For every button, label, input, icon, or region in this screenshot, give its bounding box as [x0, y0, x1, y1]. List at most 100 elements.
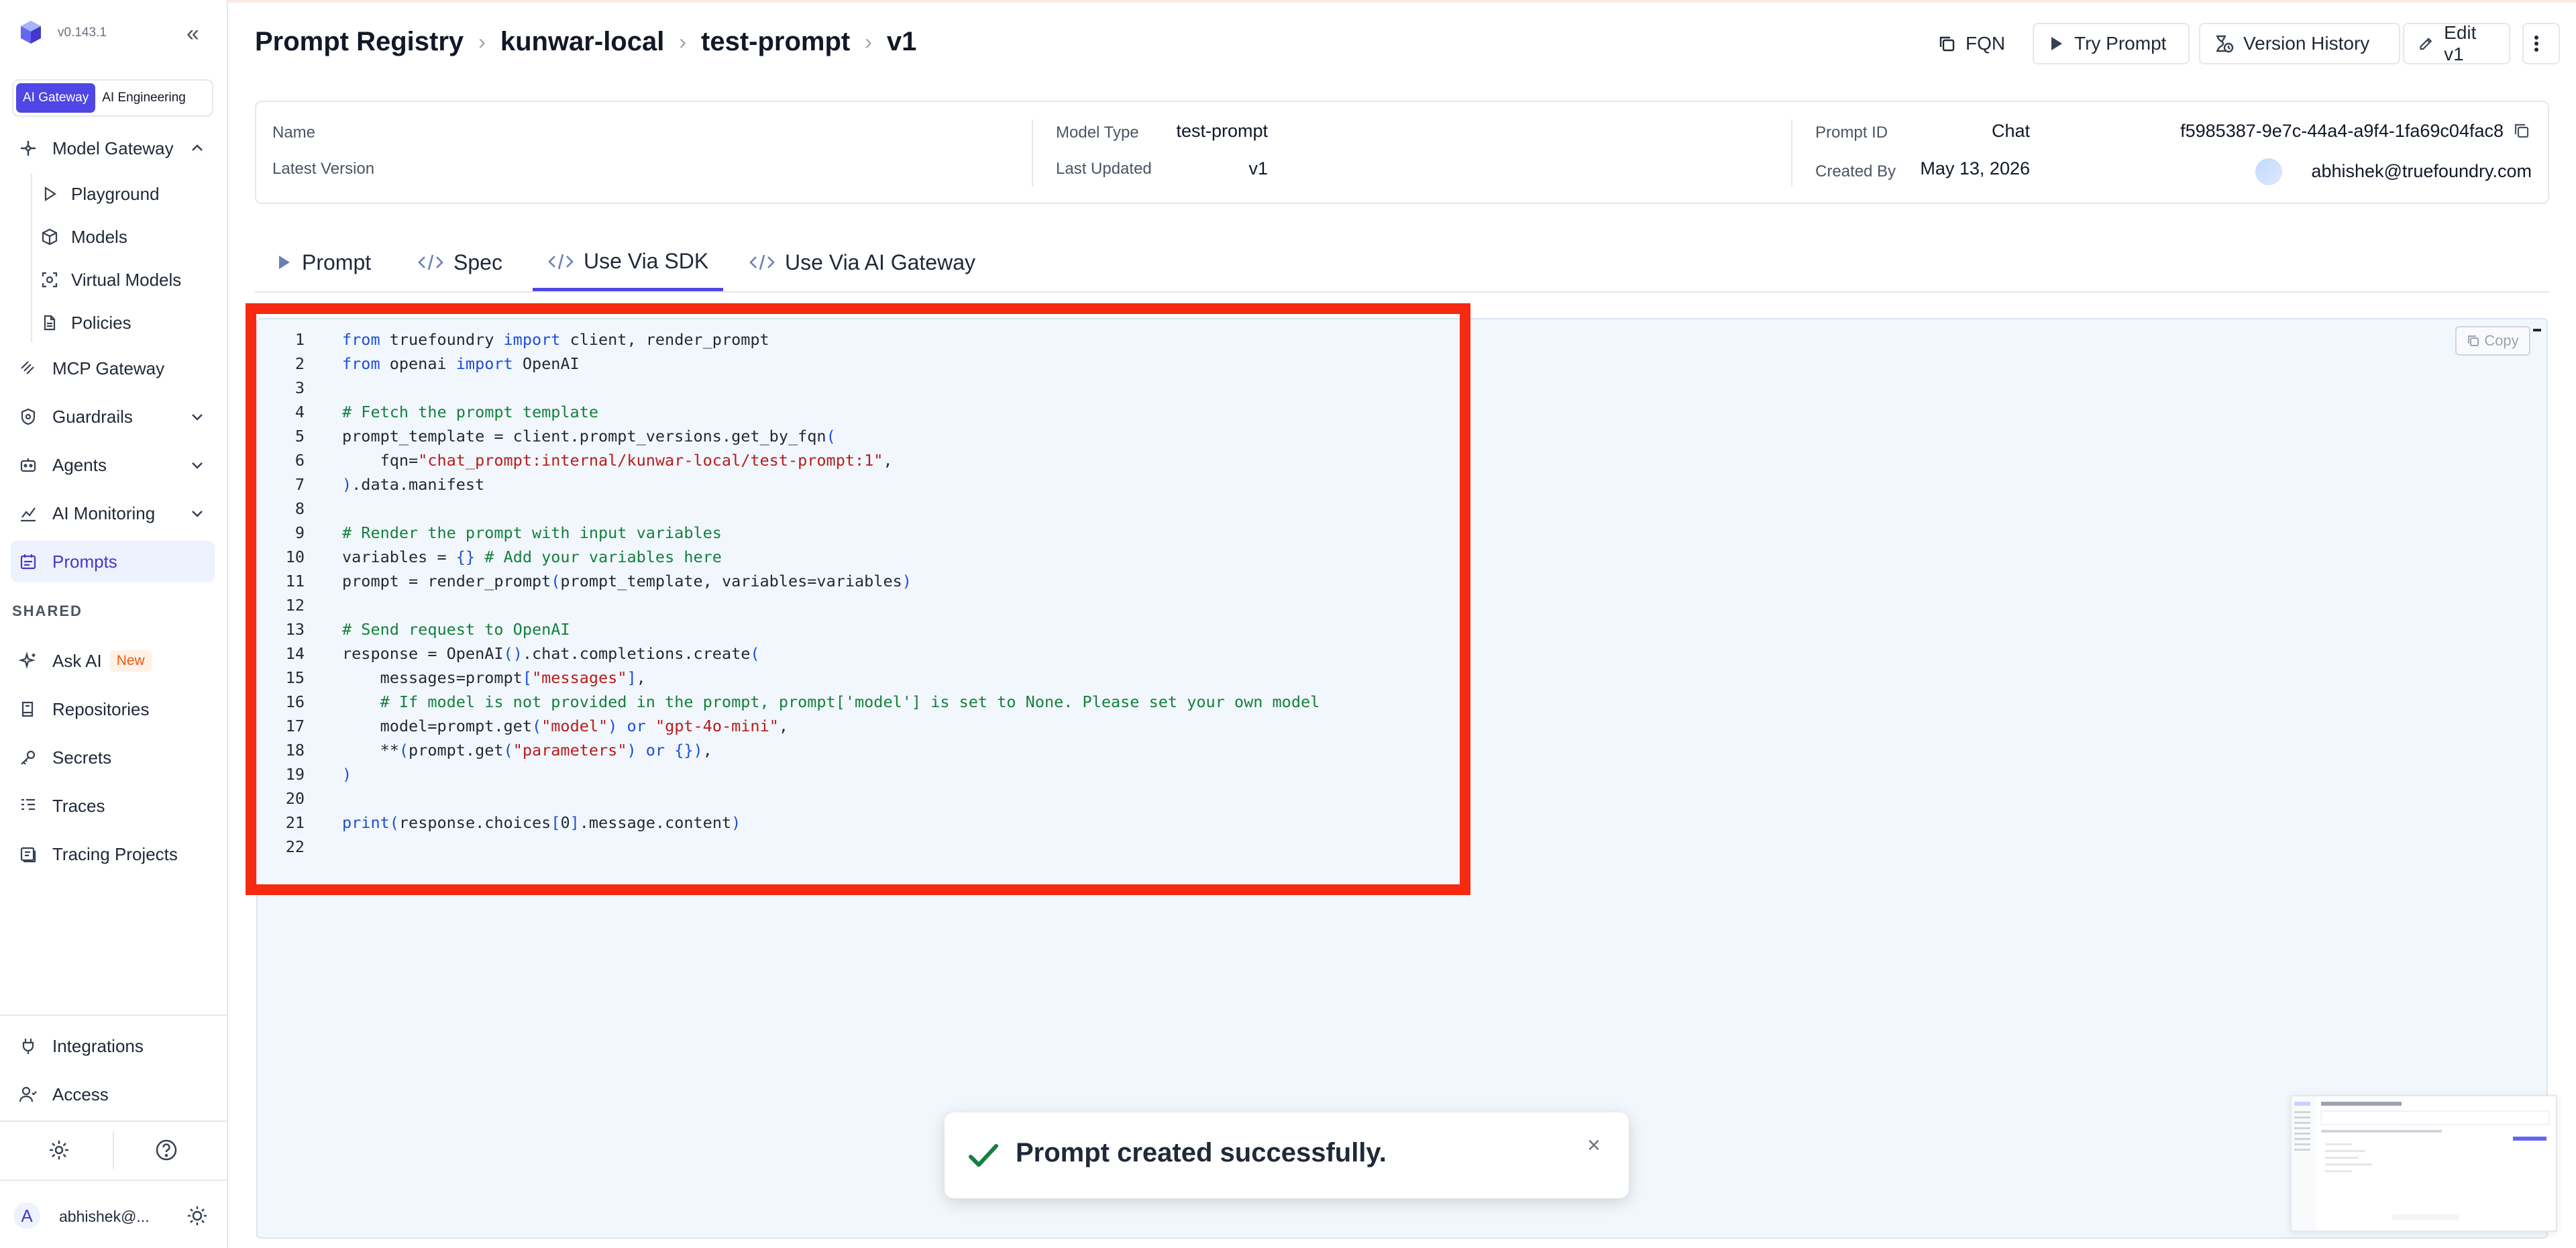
divider	[1032, 119, 1033, 187]
code-line: 13 # Send request to OpenAI	[256, 617, 1320, 641]
sidebar-item-virtual-models[interactable]: Virtual Models	[36, 259, 215, 301]
sun-icon[interactable]	[185, 1204, 209, 1228]
tab-use-via-sdk[interactable]: Use Via SDK	[533, 235, 724, 291]
sidebar-item-ai-monitoring[interactable]: AI Monitoring	[11, 492, 215, 534]
sidebar-item-label: Ask AI	[52, 650, 102, 671]
sparkle-icon	[17, 650, 39, 672]
line-number: 10	[285, 548, 305, 566]
tab-prompt[interactable]: Prompt	[260, 235, 386, 290]
line-number: 15	[285, 668, 305, 687]
chevron-right-icon: ›	[865, 30, 872, 54]
sidebar-item-traces[interactable]: Traces	[11, 785, 215, 827]
sidebar-item-policies[interactable]: Policies	[36, 302, 215, 344]
sidebar-item-label: Virtual Models	[71, 269, 182, 290]
tab-label: Use Via SDK	[584, 249, 709, 273]
truefoundry-logo-icon[interactable]	[17, 19, 44, 46]
try-prompt-button[interactable]: Try Prompt	[2033, 23, 2190, 64]
sidebar-item-integrations[interactable]: Integrations	[11, 1025, 215, 1067]
code-line: 20	[256, 786, 1320, 811]
prompt-info-card: Name test-prompt Latest Version v1 Model…	[255, 101, 2549, 204]
line-number: 6	[294, 451, 305, 470]
gear-icon[interactable]	[47, 1138, 71, 1162]
copy-icon	[2468, 335, 2479, 346]
sidebar-item-label: Agents	[52, 454, 107, 475]
code-text: model=prompt.get("model") or "gpt-4o-min…	[342, 717, 789, 735]
divider	[113, 1131, 114, 1169]
code-line: 19)	[256, 762, 1320, 786]
line-number: 9	[294, 523, 305, 542]
breadcrumb-kunwar-local[interactable]: kunwar-local	[500, 27, 665, 57]
sidebar-item-models[interactable]: Models	[36, 216, 215, 258]
prompt-id-label: Prompt ID	[1815, 123, 1888, 142]
help-icon[interactable]	[154, 1138, 178, 1162]
switch-ai-gateway[interactable]: AI Gateway	[16, 83, 96, 113]
avatar[interactable]: A	[13, 1202, 40, 1229]
breadcrumb: Prompt Registry › kunwar-local › test-pr…	[255, 27, 916, 57]
play-icon	[39, 183, 60, 205]
tab-spec[interactable]: Spec	[402, 235, 517, 290]
sidebar-item-label: Integrations	[52, 1035, 144, 1056]
sidebar-item-guardrails[interactable]: Guardrails	[11, 396, 215, 437]
collapse-sidebar-icon[interactable]: «	[186, 20, 199, 47]
code-text: fqn="chat_prompt:internal/kunwar-local/t…	[342, 451, 893, 470]
tab-use-via-ai-gateway[interactable]: Use Via AI Gateway	[734, 235, 990, 290]
code-line: 4 # Fetch the prompt template	[256, 400, 1320, 424]
close-icon[interactable]: ×	[1587, 1133, 1601, 1159]
sidebar-item-label: Secrets	[52, 747, 112, 768]
created-by-value: abhishek@truefoundry.com	[2311, 161, 2532, 181]
sidebar-item-repositories[interactable]: Repositories	[11, 688, 215, 730]
page-minimap-thumbnail[interactable]	[2290, 1095, 2557, 1232]
line-number: 12	[285, 596, 305, 615]
folder-icon	[17, 843, 39, 865]
sidebar-item-label: Policies	[71, 312, 131, 333]
switch-ai-engineering[interactable]: AI Engineering	[95, 83, 193, 113]
copy-code-button[interactable]: Copy	[2455, 326, 2530, 356]
fqn-button[interactable]: FQN	[1924, 23, 2019, 64]
robot-icon	[17, 454, 39, 476]
code-text: variables = {} # Add your variables here	[342, 548, 722, 566]
breadcrumb-version: v1	[886, 27, 917, 56]
sidebar-item-ask-ai[interactable]: Ask AI New	[11, 640, 215, 682]
more-options-button[interactable]	[2522, 23, 2560, 64]
copy-icon	[1939, 36, 1955, 52]
sidebar-item-secrets[interactable]: Secrets	[11, 737, 215, 778]
line-number: 4	[294, 403, 305, 421]
sidebar-item-label: Repositories	[52, 698, 150, 719]
line-number: 11	[285, 572, 305, 590]
version-history-button[interactable]: Version History	[2199, 23, 2400, 64]
latest-version-value: v1	[1248, 158, 1268, 178]
scrollbar-marker	[2533, 329, 2541, 331]
sidebar-item-playground[interactable]: Playground	[36, 173, 215, 215]
prompt-id-value: f5985387-9e7c-44a4-a9f4-1fa69c04fac8	[2180, 121, 2504, 141]
sidebar-item-tracing-projects[interactable]: Tracing Projects	[11, 833, 215, 875]
breadcrumb-prompt-registry[interactable]: Prompt Registry	[255, 27, 464, 57]
divider	[1791, 119, 1792, 187]
sidebar-item-agents[interactable]: Agents	[11, 444, 215, 486]
edit-version-label: Edit v1	[2444, 22, 2477, 64]
sidebar-item-label: Guardrails	[52, 406, 133, 427]
chevron-down-icon	[192, 511, 203, 517]
code-block[interactable]: 1 from truefoundry import client, render_…	[256, 327, 1320, 859]
sidebar-item-access[interactable]: Access	[11, 1074, 215, 1115]
play-icon	[2051, 37, 2062, 50]
code-line: 16 # If model is not provided in the pro…	[256, 690, 1320, 714]
play-icon	[279, 256, 290, 269]
code-line: 15 messages=prompt["messages"],	[256, 666, 1320, 690]
code-text: # Send request to OpenAI	[342, 620, 570, 639]
model-type-value: Chat	[1991, 121, 2030, 141]
edit-icon	[2420, 38, 2432, 50]
code-line: 3	[256, 376, 1320, 400]
sidebar-item-model-gateway[interactable]: Model Gateway	[11, 127, 215, 169]
line-number: 1	[294, 330, 305, 349]
sidebar-item-prompts[interactable]: Prompts	[11, 541, 215, 582]
traces-icon	[17, 795, 39, 817]
breadcrumb-test-prompt[interactable]: test-prompt	[701, 27, 850, 57]
username[interactable]: abhishek@...	[59, 1208, 150, 1226]
code-text: print(response.choices[0].message.conten…	[342, 813, 741, 832]
copy-icon[interactable]	[2513, 122, 2530, 140]
key-icon	[17, 747, 39, 768]
sidebar-item-mcp-gateway[interactable]: MCP Gateway	[11, 348, 215, 389]
code-text: messages=prompt["messages"],	[342, 668, 646, 687]
code-line: 11 prompt = render_prompt(prompt_template…	[256, 569, 1320, 593]
edit-version-button[interactable]: Edit v1	[2403, 22, 2510, 64]
